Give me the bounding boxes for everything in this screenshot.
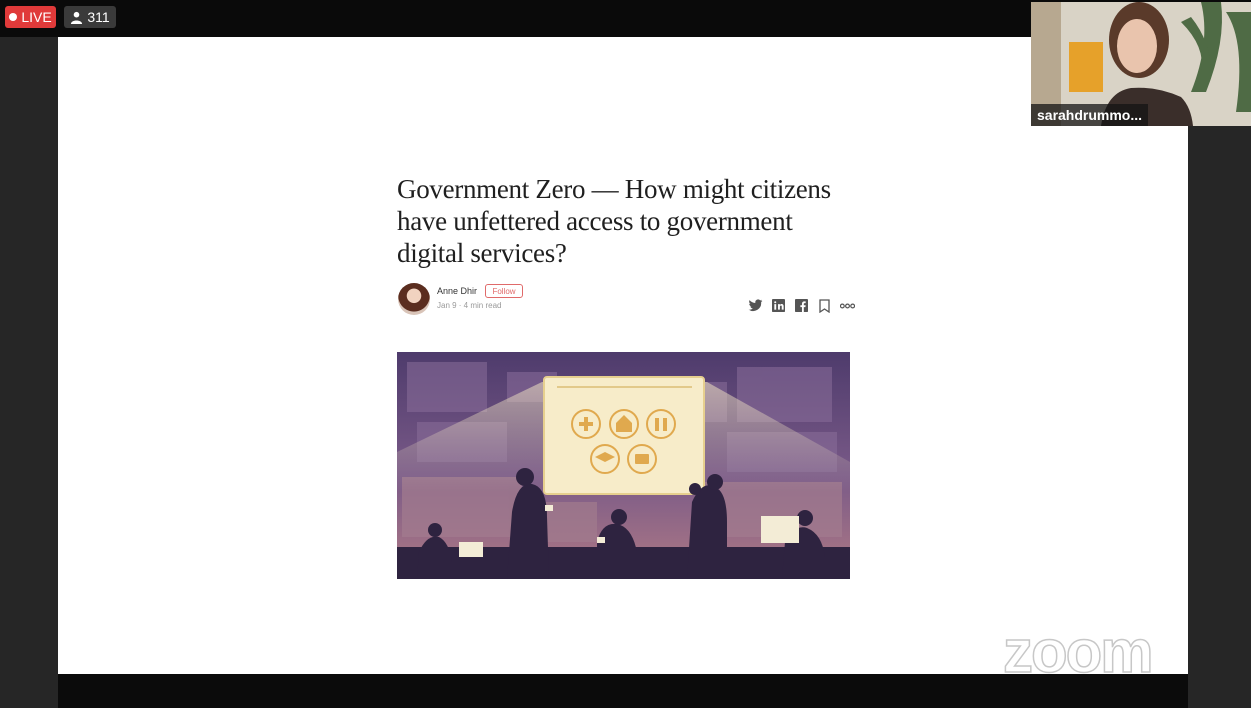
- bottom-letterbox: [58, 674, 1188, 708]
- viewer-count: 311: [87, 9, 110, 25]
- follow-button[interactable]: Follow: [485, 284, 523, 298]
- bookmark-icon[interactable]: [817, 298, 832, 313]
- participant-name: sarahdrummo...: [1031, 104, 1149, 126]
- more-icon[interactable]: [840, 298, 855, 313]
- author-name[interactable]: Anne Dhir: [437, 286, 477, 296]
- twitter-icon[interactable]: [748, 298, 763, 313]
- facebook-icon[interactable]: [794, 298, 809, 313]
- participant-video[interactable]: sarahdrummo...: [1031, 2, 1251, 126]
- live-label: LIVE: [21, 9, 52, 25]
- share-toolbar: [748, 298, 855, 313]
- article-hero-illustration: [397, 352, 850, 579]
- viewer-count-badge: 311: [64, 6, 116, 28]
- post-meta: Jan 9 · 4 min read: [437, 301, 502, 310]
- article-title: Government Zero — How might citizens hav…: [397, 174, 831, 268]
- shared-screen: Government Zero — How might citizens hav…: [58, 37, 1188, 686]
- author-avatar[interactable]: [398, 283, 430, 315]
- live-dot-icon: [9, 13, 18, 21]
- person-icon: [71, 11, 83, 24]
- linkedin-icon[interactable]: [771, 298, 786, 313]
- live-badge: LIVE: [5, 6, 56, 28]
